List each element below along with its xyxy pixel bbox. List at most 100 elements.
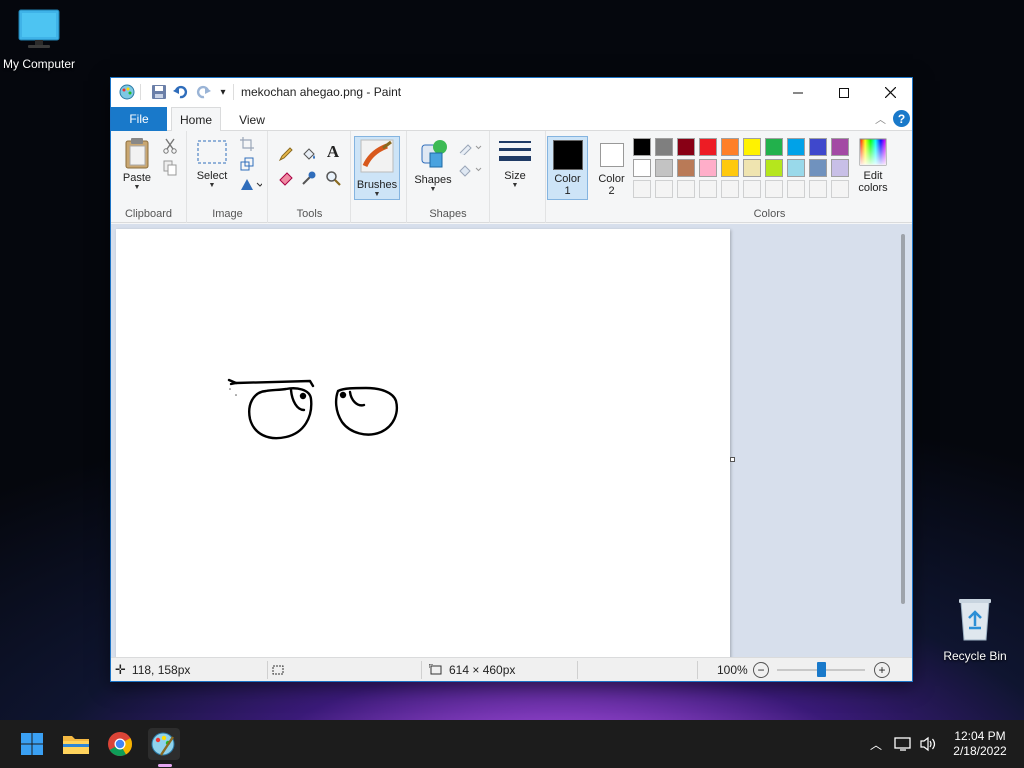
size-button[interactable]: Size ▼ — [497, 139, 533, 189]
eyes-drawing — [227, 378, 398, 440]
palette-swatch[interactable] — [743, 138, 761, 156]
brushes-label: Brushes — [356, 179, 398, 191]
palette-swatch[interactable] — [743, 159, 761, 177]
palette-custom-slot[interactable] — [699, 180, 717, 198]
palette-swatch[interactable] — [787, 138, 805, 156]
paint-taskbar-button[interactable] — [148, 728, 180, 760]
palette-swatch[interactable] — [831, 159, 849, 177]
save-icon[interactable] — [151, 84, 167, 100]
palette-custom-slot[interactable] — [831, 180, 849, 198]
palette-custom-slot[interactable] — [721, 180, 739, 198]
tab-view[interactable]: View — [229, 107, 275, 132]
minimize-button[interactable] — [775, 78, 821, 107]
file-explorer-taskbar-button[interactable] — [60, 728, 92, 760]
palette-swatch[interactable] — [655, 138, 673, 156]
clock-date: 2/18/2022 — [953, 744, 1007, 758]
tab-home[interactable]: Home — [171, 107, 221, 132]
network-icon[interactable] — [893, 734, 913, 754]
paste-button[interactable]: Paste ▼ — [117, 137, 157, 191]
palette-custom-slot[interactable] — [765, 180, 783, 198]
collapse-ribbon-icon[interactable]: ︿ — [875, 111, 886, 127]
palette-swatch[interactable] — [677, 159, 695, 177]
palette-swatch[interactable] — [765, 159, 783, 177]
color-picker-icon[interactable] — [300, 169, 318, 187]
palette-swatch[interactable] — [633, 138, 651, 156]
palette-swatch[interactable] — [721, 138, 739, 156]
color1-label-line1: Color — [554, 173, 581, 185]
crosshair-icon: ✛ — [115, 662, 126, 677]
palette-swatch[interactable] — [809, 138, 827, 156]
palette-swatch[interactable] — [809, 159, 827, 177]
palette-swatch[interactable] — [699, 159, 717, 177]
maximize-button[interactable] — [821, 78, 867, 107]
taskbar-clock[interactable]: 12:04 PM 2/18/2022 — [940, 729, 1020, 759]
palette-swatch[interactable] — [699, 138, 717, 156]
pencil-icon[interactable] — [277, 145, 295, 163]
cut-icon[interactable] — [161, 137, 179, 155]
palette-custom-slot[interactable] — [633, 180, 651, 198]
brushes-button[interactable]: Brushes ▼ — [354, 136, 400, 200]
palette-swatch[interactable] — [655, 159, 673, 177]
palette-custom-slot[interactable] — [677, 180, 695, 198]
colors-group-label: Colors — [753, 208, 786, 220]
rotate-icon[interactable] — [238, 175, 264, 193]
palette-swatch[interactable] — [721, 159, 739, 177]
my-computer-desktop-icon[interactable]: My Computer — [0, 8, 78, 71]
palette-custom-slot[interactable] — [655, 180, 673, 198]
monitor-icon — [18, 9, 60, 48]
text-tool-icon[interactable]: A — [324, 142, 342, 161]
color1-button[interactable]: Color 1 — [547, 136, 588, 200]
vertical-scrollbar[interactable] — [901, 234, 905, 604]
fill-bucket-icon[interactable] — [300, 145, 318, 163]
outline-icon[interactable] — [457, 139, 483, 157]
image-group: Select ▼ Image — [188, 131, 268, 223]
edit-colors-label-line1: Edit — [863, 170, 883, 182]
palette-custom-slot[interactable] — [787, 180, 805, 198]
volume-icon[interactable] — [918, 734, 938, 754]
drawing-canvas[interactable] — [116, 229, 730, 657]
palette-swatch[interactable] — [633, 159, 651, 177]
palette-swatch[interactable] — [677, 138, 695, 156]
zoom-out-button[interactable]: − — [753, 662, 769, 678]
tab-file[interactable]: File — [111, 107, 167, 131]
color2-button[interactable]: Color 2 — [591, 136, 632, 200]
paint-window: ▾ mekochan ahegao.png - Paint File Home … — [110, 77, 913, 682]
canvas-resize-handle[interactable] — [730, 457, 735, 462]
paste-icon — [125, 138, 149, 169]
fill-icon[interactable] — [457, 161, 483, 179]
show-hidden-icons-chevron[interactable]: ︿ — [866, 734, 886, 754]
palette-custom-slot[interactable] — [809, 180, 827, 198]
clock-time: 12:04 PM — [954, 729, 1006, 743]
start-button[interactable] — [16, 728, 48, 760]
close-button[interactable] — [867, 78, 913, 107]
zoom-in-button[interactable]: + — [874, 662, 890, 678]
palette-custom-slot[interactable] — [743, 180, 761, 198]
edit-colors-button[interactable]: Edit colors — [853, 137, 893, 194]
redo-icon[interactable] — [195, 84, 211, 100]
resize-icon[interactable] — [238, 155, 256, 173]
undo-icon[interactable] — [173, 84, 189, 100]
select-button[interactable]: Select ▼ — [194, 139, 230, 189]
close-icon — [884, 87, 896, 98]
image-size: 614 × 460px — [429, 658, 515, 682]
palette-swatch[interactable] — [787, 159, 805, 177]
zoom-level-text: 100% — [717, 663, 748, 677]
crop-icon[interactable] — [238, 135, 256, 153]
palette-swatch[interactable] — [765, 138, 783, 156]
select-label: Select — [196, 170, 228, 182]
customize-quick-access-icon[interactable]: ▾ — [215, 84, 231, 100]
select-icon — [197, 140, 227, 164]
eraser-icon[interactable] — [277, 169, 295, 187]
shapes-button[interactable]: Shapes ▼ — [413, 137, 453, 193]
help-icon[interactable]: ? — [893, 110, 910, 127]
magnifier-icon[interactable] — [324, 169, 342, 187]
shapes-group: Shapes ▼ Shapes — [406, 131, 490, 223]
image-group-label: Image — [212, 208, 243, 220]
chrome-taskbar-button[interactable] — [104, 728, 136, 760]
selection-icon — [272, 665, 284, 675]
palette-swatch[interactable] — [831, 138, 849, 156]
copy-icon[interactable] — [161, 159, 179, 177]
zoom-slider-thumb[interactable] — [816, 662, 826, 677]
paint-app-icon[interactable] — [119, 84, 135, 100]
recycle-bin-desktop-icon[interactable]: Recycle Bin — [940, 596, 1010, 663]
